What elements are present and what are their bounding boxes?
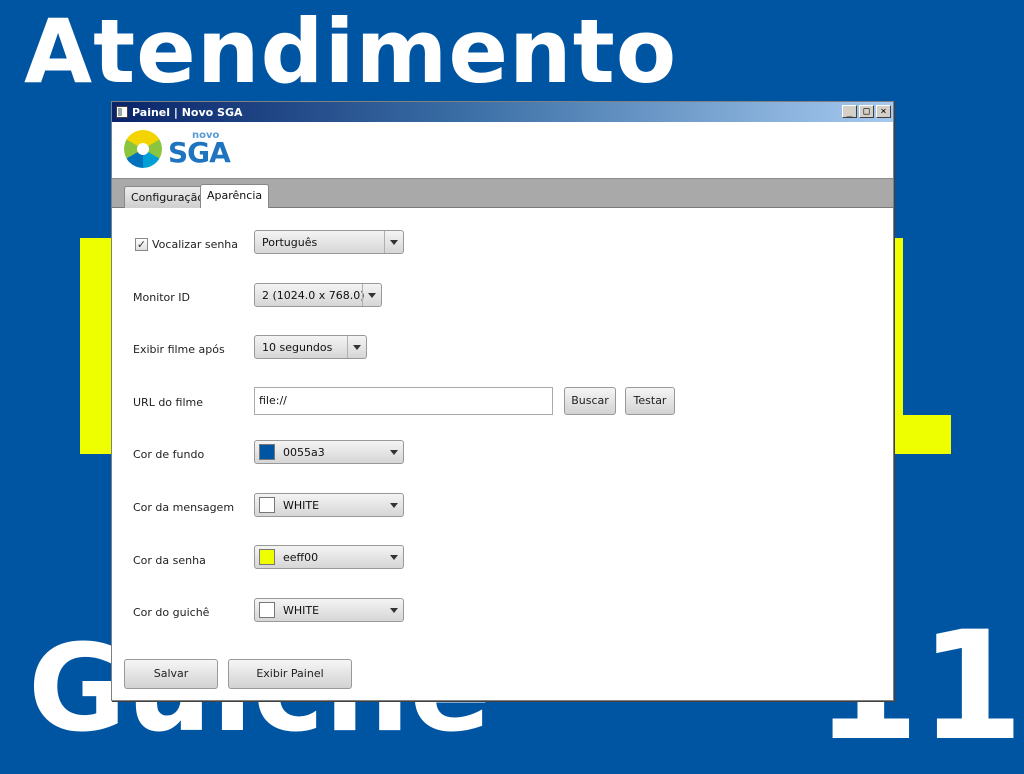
- cor-senha-picker[interactable]: eeff00: [254, 545, 404, 569]
- minimize-button[interactable]: _: [842, 105, 857, 118]
- salvar-button[interactable]: Salvar: [124, 659, 218, 689]
- cor-guiche-swatch: [259, 602, 275, 618]
- painel-window: Painel | Novo SGA _ □ × novo SGA Configu…: [111, 101, 894, 701]
- chevron-down-icon: [347, 336, 366, 358]
- vocalizar-label: Vocalizar senha: [152, 238, 239, 251]
- window-controls: _ □ ×: [842, 105, 891, 118]
- chevron-down-icon: [385, 546, 403, 568]
- tab-bar: Configuração Aparência: [112, 178, 893, 208]
- maximize-button[interactable]: □: [859, 105, 874, 118]
- buscar-button[interactable]: Buscar: [564, 387, 616, 415]
- cor-mensagem-label: Cor da mensagem: [133, 501, 235, 514]
- cor-mensagem-picker[interactable]: WHITE: [254, 493, 404, 517]
- testar-button[interactable]: Testar: [625, 387, 675, 415]
- cor-guiche-value: WHITE: [283, 604, 320, 617]
- window-titlebar[interactable]: Painel | Novo SGA _ □ ×: [112, 102, 893, 122]
- cor-mensagem-value: WHITE: [283, 499, 320, 512]
- cor-fundo-label: Cor de fundo: [133, 448, 205, 461]
- cor-guiche-label: Cor do guichê: [133, 606, 210, 619]
- cor-senha-swatch: [259, 549, 275, 565]
- filme-delay-select[interactable]: 10 segundos: [254, 335, 367, 359]
- chevron-down-icon: [384, 231, 403, 253]
- cor-fundo-value: 0055a3: [283, 446, 325, 459]
- sga-logo-icon: [124, 130, 162, 168]
- filme-delay-label: Exibir filme após: [133, 343, 225, 356]
- cor-senha-value: eeff00: [283, 551, 319, 564]
- window-title: Painel | Novo SGA: [132, 105, 243, 119]
- chevron-down-icon: [385, 494, 403, 516]
- tab-aparencia[interactable]: Aparência: [200, 184, 270, 208]
- close-button[interactable]: ×: [876, 105, 891, 118]
- logo-header: novo SGA: [112, 122, 893, 178]
- cor-fundo-picker[interactable]: 0055a3: [254, 440, 404, 464]
- chevron-down-icon: [385, 441, 403, 463]
- chevron-down-icon: [385, 599, 403, 621]
- monitor-select-value: 2 (1024.0 x 768.0): [262, 289, 365, 302]
- logo-brand-text: SGA: [168, 136, 231, 169]
- monitor-label: Monitor ID: [133, 291, 191, 304]
- url-filme-input[interactable]: file://: [254, 387, 553, 415]
- background-title-atendimento: Atendimento: [24, 0, 678, 103]
- language-select-value: Português: [262, 236, 318, 249]
- cor-fundo-swatch: [259, 444, 275, 460]
- aparencia-panel: ✓ Vocalizar senha Português Monitor ID 2…: [112, 208, 893, 698]
- chevron-down-icon: [362, 284, 381, 306]
- language-select[interactable]: Português: [254, 230, 404, 254]
- filme-delay-value: 10 segundos: [262, 341, 333, 354]
- tab-configuracao[interactable]: Configuração: [124, 186, 212, 208]
- cor-guiche-picker[interactable]: WHITE: [254, 598, 404, 622]
- window-app-icon: [116, 106, 128, 118]
- background-password-block-right-foot: [893, 415, 951, 454]
- cor-senha-label: Cor da senha: [133, 554, 206, 567]
- exibir-painel-button[interactable]: Exibir Painel: [228, 659, 352, 689]
- cor-mensagem-swatch: [259, 497, 275, 513]
- monitor-select[interactable]: 2 (1024.0 x 768.0): [254, 283, 382, 307]
- vocalizar-checkbox[interactable]: ✓: [135, 238, 148, 251]
- url-filme-label: URL do filme: [133, 396, 203, 409]
